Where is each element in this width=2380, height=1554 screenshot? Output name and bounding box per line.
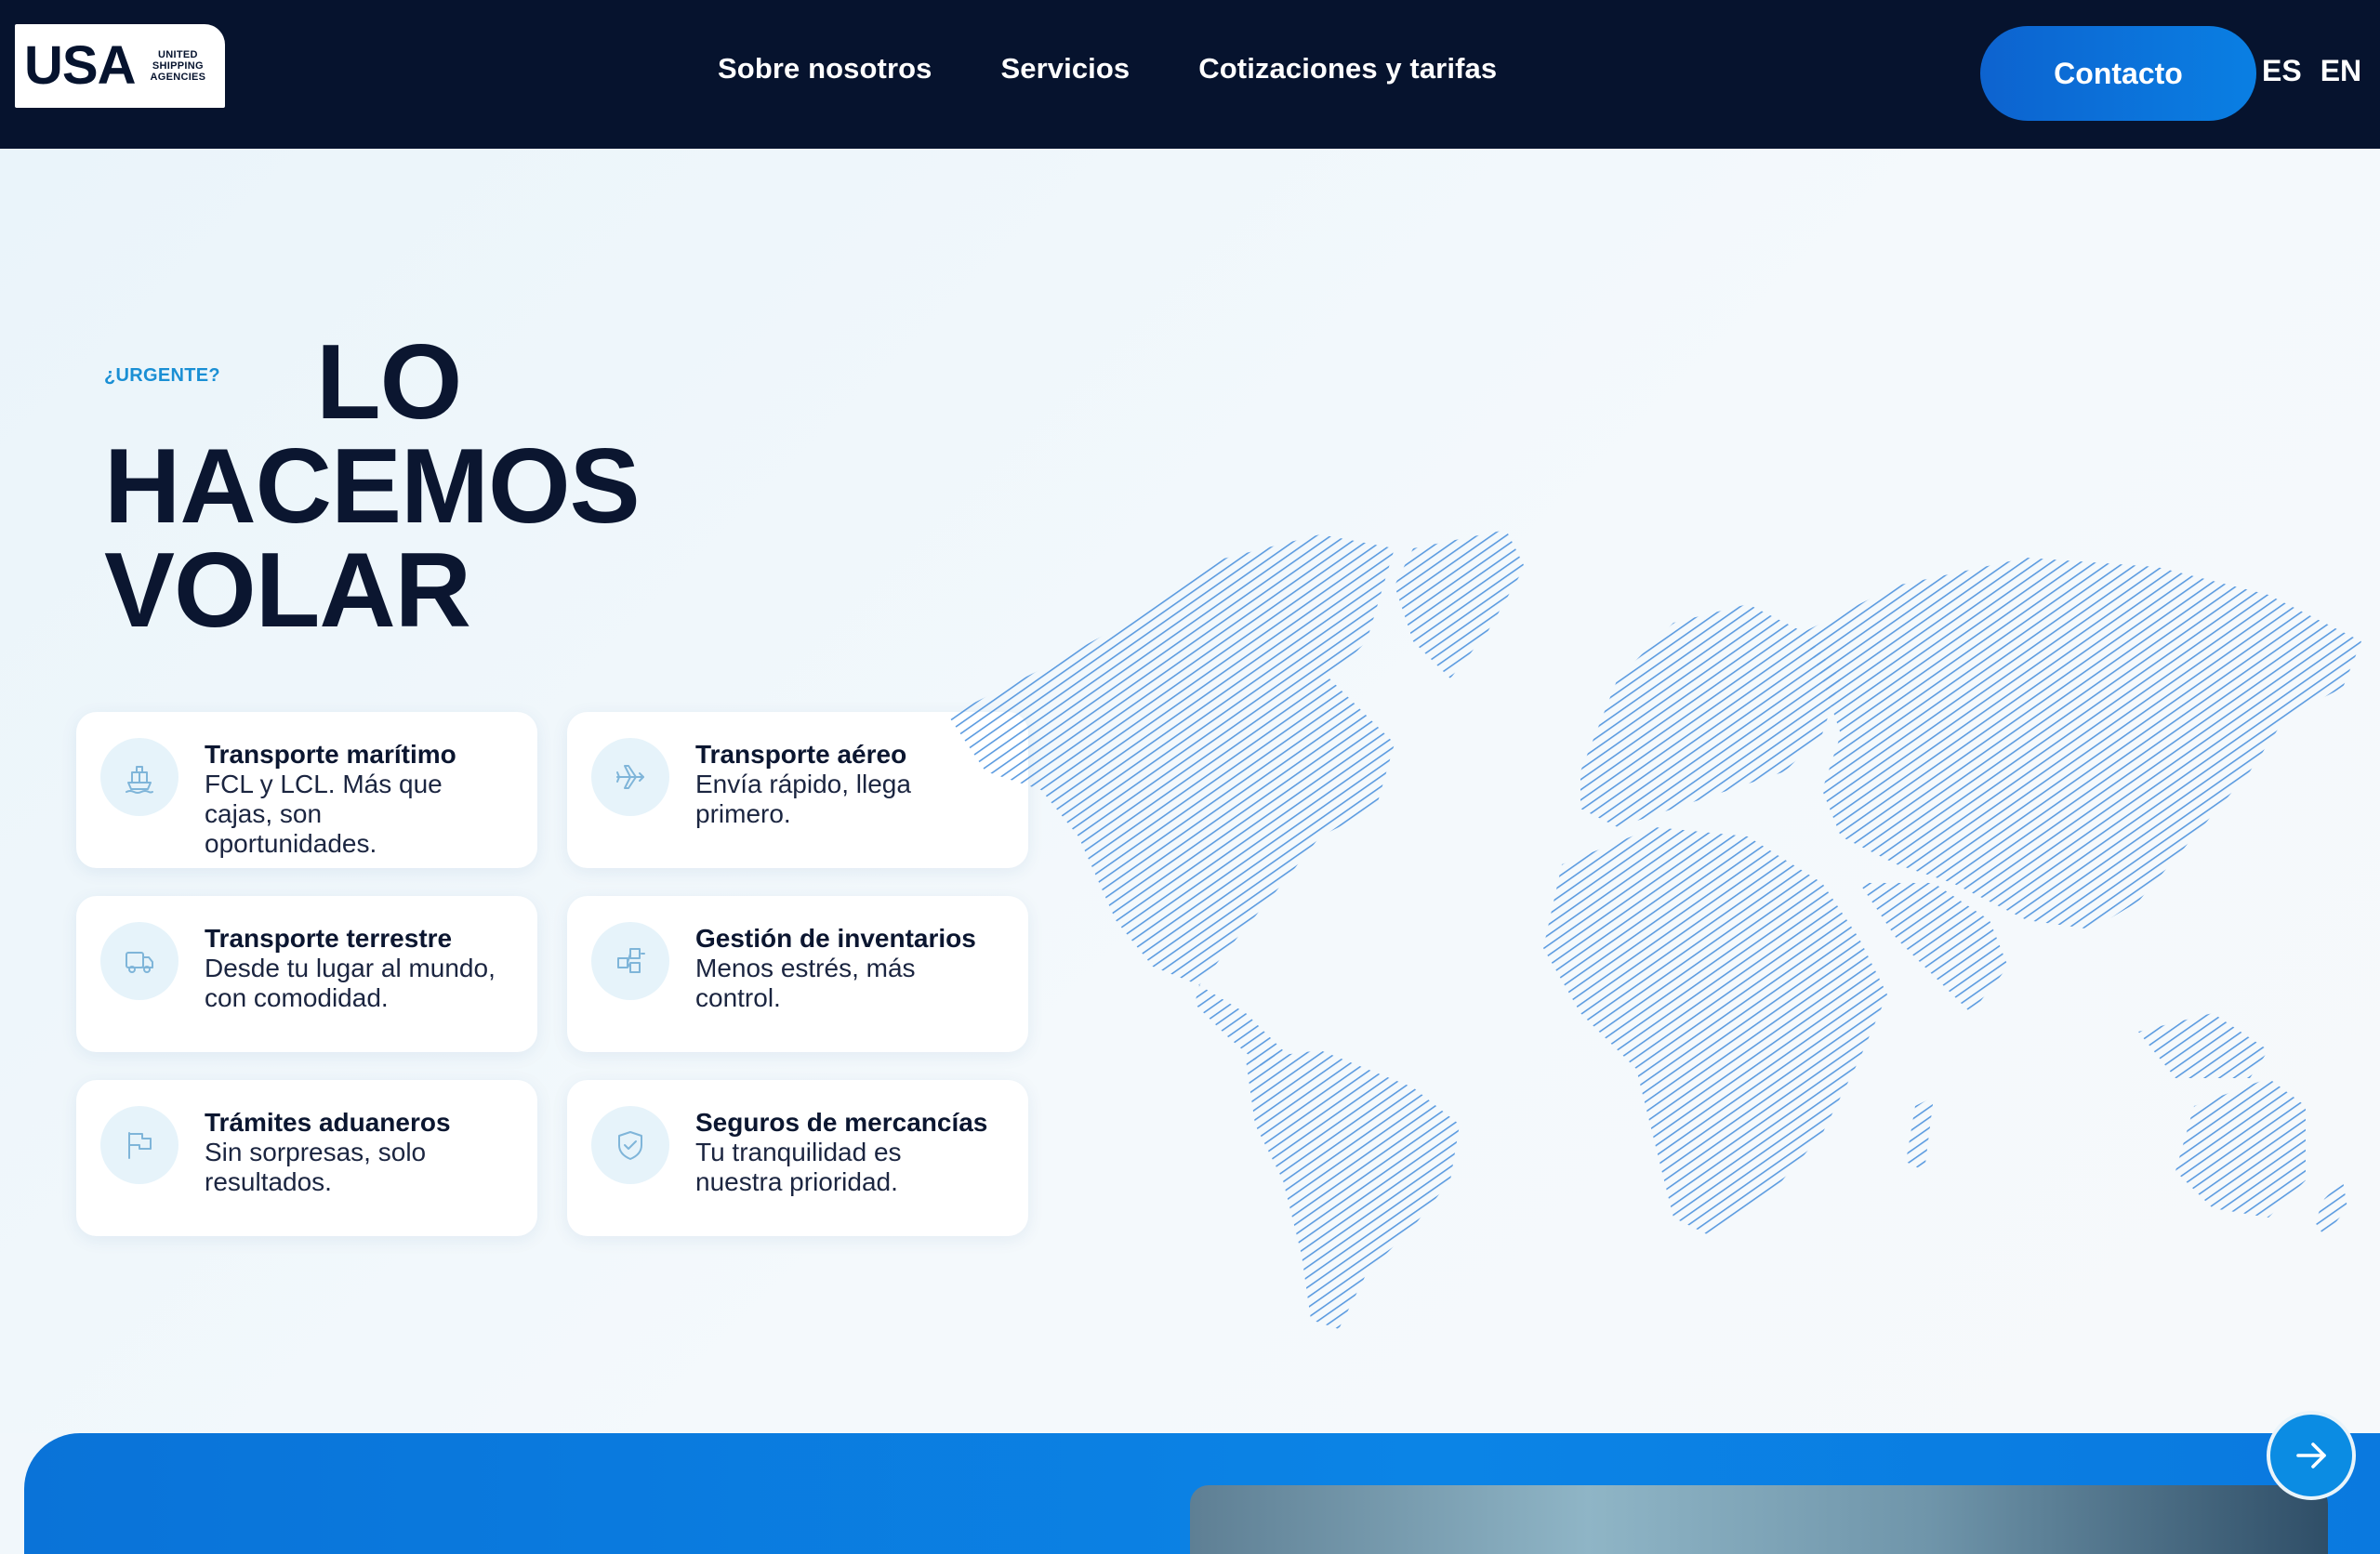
logo-sub-line-1: UNITED (158, 49, 198, 60)
logo-sub-line-3: AGENCIES (150, 72, 206, 83)
inventory-icon (591, 922, 669, 1000)
service-card-land[interactable]: Transporte terrestre Desde tu lugar al m… (76, 896, 537, 1052)
service-desc: Envía rápido, llega primero. (695, 770, 911, 828)
service-desc: Sin sorpresas, solo resultados. (205, 1138, 427, 1196)
service-title: Trámites aduaneros (205, 1108, 451, 1137)
service-title: Transporte marítimo (205, 740, 456, 769)
next-arrow-button[interactable] (2267, 1411, 2356, 1500)
headline-line-1: LO (316, 323, 462, 441)
logo-subtitle: UNITED SHIPPING AGENCIES (150, 49, 205, 83)
service-title: Transporte aéreo (695, 740, 907, 769)
contact-button[interactable]: Contacto (1980, 26, 2256, 121)
world-map-illustration (948, 530, 2361, 1329)
hero-section: ¿URGENTE? LO HACEMOS VOLAR Transporte ma… (0, 149, 2380, 1433)
headline-line-2: HACEMOS (104, 428, 641, 546)
arrow-right-icon (2296, 1442, 2326, 1468)
bottom-banner (24, 1433, 2380, 1554)
service-card-maritime[interactable]: Transporte marítimo FCL y LCL. Más que c… (76, 712, 537, 868)
logo-sub-line-2: SHIPPING (152, 60, 204, 72)
headline-line-3: VOLAR (104, 532, 471, 650)
main-nav: Sobre nosotros Servicios Cotizaciones y … (718, 52, 1497, 86)
nav-item-servicios[interactable]: Servicios (1000, 52, 1130, 86)
service-desc: Tu tranquilidad es nuestra prioridad. (695, 1138, 902, 1196)
ship-icon (100, 738, 178, 816)
site-header: USA UNITED SHIPPING AGENCIES Sobre nosot… (0, 0, 2380, 149)
shield-check-icon (591, 1106, 669, 1184)
service-card-customs[interactable]: Trámites aduaneros Sin sorpresas, solo r… (76, 1080, 537, 1236)
service-desc: Desde tu lugar al mundo, con comodidad. (205, 954, 496, 1012)
lang-es[interactable]: ES (2262, 54, 2302, 88)
brand-logo[interactable]: USA UNITED SHIPPING AGENCIES (15, 24, 225, 108)
service-desc: Menos estrés, más control. (695, 954, 916, 1012)
map-continents (948, 530, 2361, 1329)
service-title: Transporte terrestre (205, 924, 453, 953)
plane-icon (591, 738, 669, 816)
logo-usa-text: USA (24, 35, 136, 96)
banner-port-photo (1190, 1485, 2328, 1554)
services-grid: Transporte marítimo FCL y LCL. Más que c… (76, 712, 1030, 1236)
hero-headline: LO HACEMOS VOLAR (104, 323, 681, 650)
language-switcher: ES EN (2262, 54, 2361, 88)
service-desc: FCL y LCL. Más que cajas, son oportunida… (205, 770, 443, 858)
lang-en[interactable]: EN (2320, 54, 2361, 88)
nav-item-cotizaciones[interactable]: Cotizaciones y tarifas (1198, 52, 1497, 86)
nav-item-sobre-nosotros[interactable]: Sobre nosotros (718, 52, 932, 86)
truck-icon (100, 922, 178, 1000)
flag-icon (100, 1106, 178, 1184)
